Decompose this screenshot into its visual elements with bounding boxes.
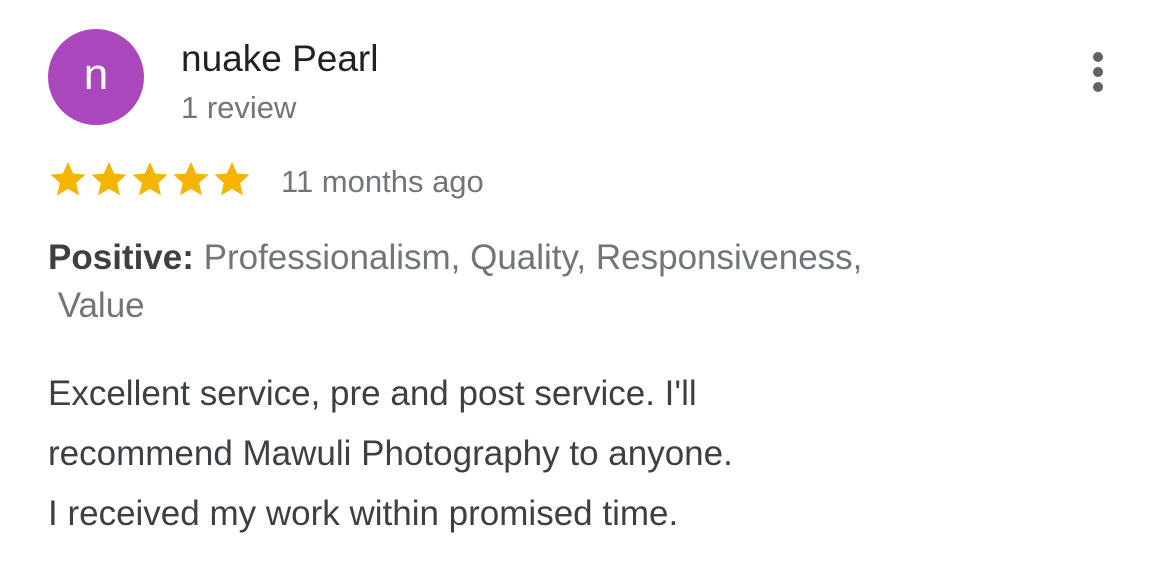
star-icon: [171, 158, 211, 202]
star-rating: [48, 158, 252, 202]
star-icon: [48, 158, 88, 202]
star-icon: [89, 158, 129, 202]
more-vert-icon-dot: [1093, 67, 1103, 77]
highlights-values-continued: Value: [48, 286, 145, 325]
review-text-line: recommend Mawuli Photography to anyone.: [48, 434, 733, 473]
more-vert-icon-dot: [1093, 82, 1103, 92]
star-icon: [212, 158, 252, 202]
review-text-line: Excellent service, pre and post service.…: [48, 374, 697, 413]
highlights-values: Professionalism, Quality, Responsiveness…: [193, 238, 863, 277]
review-card: n nuake Pearl 1 review 11 months ago Pos…: [0, 0, 1170, 572]
star-icon: [130, 158, 170, 202]
review-time: 11 months ago: [281, 164, 484, 199]
review-text-line: I received my work within promised time.: [48, 494, 679, 533]
more-vert-icon: [1093, 52, 1103, 62]
review-highlights: Positive: Professionalism, Quality, Resp…: [48, 234, 1088, 330]
highlights-label: Positive:: [48, 238, 194, 277]
review-count: 1 review: [181, 90, 297, 125]
avatar-letter: n: [83, 50, 109, 99]
author-name[interactable]: nuake Pearl: [181, 38, 378, 80]
review-text: Excellent service, pre and post service.…: [48, 364, 1108, 544]
avatar[interactable]: n: [48, 29, 144, 125]
more-options-button[interactable]: [1080, 46, 1116, 98]
